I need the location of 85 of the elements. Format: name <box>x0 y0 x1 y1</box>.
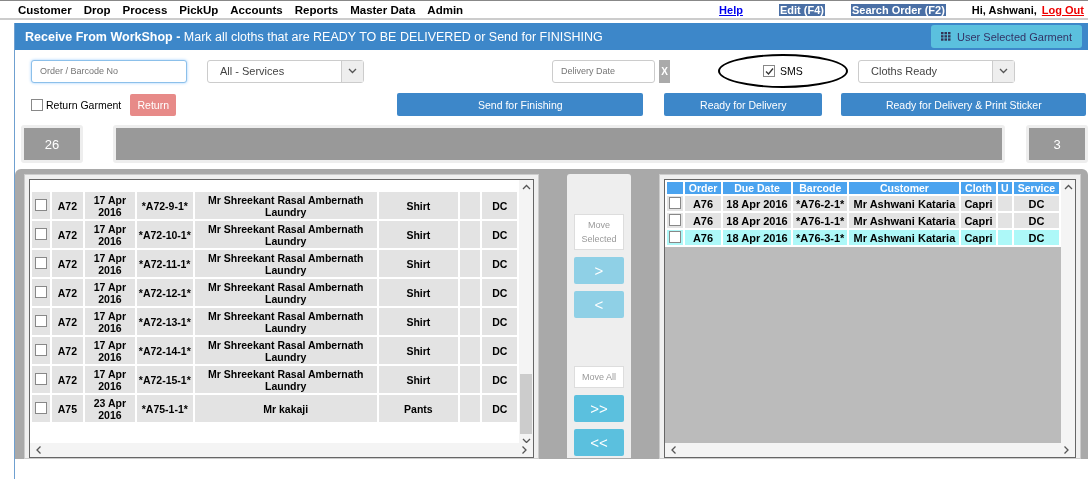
left-count: 26 <box>21 125 83 163</box>
right-count: 3 <box>1026 125 1088 163</box>
table-cell: Shirt <box>377 278 460 307</box>
table-cell: A72 <box>50 191 84 220</box>
table-cell: Shirt <box>377 191 460 220</box>
ready-for-delivery-button[interactable]: Ready for Delivery <box>664 93 823 116</box>
menu-item[interactable]: Drop <box>83 3 111 16</box>
status-dropdown[interactable]: Cloths Ready <box>858 59 1015 83</box>
menu-item[interactable]: Customer <box>18 3 72 16</box>
checkbox[interactable] <box>34 227 47 240</box>
table-cell: DC <box>481 191 518 220</box>
table-cell: *A72-13-1* <box>135 307 194 336</box>
table-cell: 17 Apr 2016 <box>84 191 136 220</box>
column-header: Barcode <box>792 181 849 195</box>
help-link[interactable]: Help <box>719 3 743 16</box>
table-cell: Mr Shreekant Rasal Ambernath Laundry <box>193 191 378 220</box>
caret-icon[interactable] <box>999 68 1008 74</box>
table-cell: Mr Shreekant Rasal Ambernath Laundry <box>193 278 378 307</box>
table-cell: Shirt <box>377 365 460 394</box>
table-cell: Mr Shreekant Rasal Ambernath Laundry <box>193 220 378 249</box>
column-header: Customer <box>848 181 961 195</box>
user-selected-garment-button[interactable]: User Selected Garment <box>931 25 1082 48</box>
table-cell: *A72-10-1* <box>135 220 194 249</box>
column-header: Service <box>1012 181 1060 195</box>
table-cell: Mr Shreekant Rasal Ambernath Laundry <box>193 249 378 278</box>
menu-item[interactable]: Process <box>122 3 168 16</box>
checkbox[interactable] <box>34 372 47 385</box>
menu-item[interactable]: Reports <box>294 3 339 16</box>
column-header: Due Date <box>722 181 793 195</box>
menu-item[interactable]: Admin <box>427 3 464 16</box>
checkbox[interactable] <box>669 196 681 209</box>
table-cell: *A72-9-1* <box>135 191 194 220</box>
table-cell: Shirt <box>377 336 460 365</box>
checkbox[interactable] <box>34 285 47 298</box>
send-for-finishing-button[interactable]: Send for Finishing <box>397 93 644 116</box>
move-selected-button[interactable]: Move Selected <box>574 214 624 250</box>
table-cell: Mr Shreekant Rasal Ambernath Laundry <box>193 336 378 365</box>
sms-label: SMS <box>780 65 803 77</box>
table-cell: *A75-1-1* <box>135 394 194 423</box>
table-cell: Shirt <box>377 249 460 278</box>
greeting: Hi, Ashwani, <box>971 3 1037 16</box>
checkbox[interactable] <box>34 256 47 269</box>
column-header: Order <box>684 181 723 195</box>
search-order-link[interactable]: Search Order (F2) <box>850 3 946 16</box>
checkbox[interactable] <box>763 65 776 77</box>
scroll-left-icon[interactable] <box>35 445 42 455</box>
table-cell: *A72-12-1* <box>135 278 194 307</box>
checkbox[interactable] <box>669 213 681 226</box>
order-barcode-field[interactable]: Order / Barcode No <box>31 59 187 83</box>
scroll-up-icon[interactable] <box>1063 184 1073 190</box>
services-dropdown[interactable]: All - Services <box>207 59 364 83</box>
scroll-right-icon[interactable] <box>1063 445 1070 455</box>
page-title: Receive From WorkShop - Mark all cloths that are READY TO BE DELIVERED or Send for FINISHING <box>25 29 603 44</box>
return-garment-label: Return Garment <box>46 98 122 111</box>
table-cell: Mr Shreekant Rasal Ambernath Laundry <box>193 307 378 336</box>
table-cell: Shirt <box>377 220 460 249</box>
delivery-date-field[interactable]: Delivery Date <box>552 59 655 83</box>
table-cell: Mr Shreekant Rasal Ambernath Laundry <box>193 365 378 394</box>
checkbox[interactable] <box>669 230 681 243</box>
menu-item[interactable]: PickUp <box>179 3 219 16</box>
ready-print-sticker-button[interactable]: Ready for Delivery & Print Sticker <box>841 93 1087 116</box>
checkbox[interactable] <box>34 314 47 327</box>
scroll-left-icon[interactable] <box>670 445 677 455</box>
caret-icon[interactable] <box>348 68 357 74</box>
move-all-button[interactable]: Move All <box>574 366 624 388</box>
table-cell: *A72-14-1* <box>135 336 194 365</box>
scroll-down-icon[interactable] <box>521 438 531 443</box>
checkbox[interactable] <box>34 343 47 356</box>
scroll-up-icon[interactable] <box>521 184 531 190</box>
scrollbar-thumb[interactable] <box>520 374 532 434</box>
table-cell: *A72-11-1* <box>135 249 194 278</box>
table-cell: *A72-15-1* <box>135 365 194 394</box>
menu-item[interactable]: Accounts <box>230 3 283 16</box>
logout-link[interactable]: Log Out <box>1041 3 1084 16</box>
checkbox[interactable] <box>31 98 43 111</box>
edit-link[interactable]: Edit (F4) <box>778 3 825 16</box>
menu-item[interactable]: Master Data <box>350 3 416 16</box>
checkbox[interactable] <box>34 198 47 211</box>
table-cell: Shirt <box>377 307 460 336</box>
grid-icon <box>941 32 952 41</box>
table-cell: Mr kakaji <box>193 394 378 423</box>
scroll-right-icon[interactable] <box>521 445 528 455</box>
checkbox[interactable] <box>34 401 47 414</box>
table-cell: Pants <box>377 394 460 423</box>
column-header: Cloth <box>960 181 997 195</box>
